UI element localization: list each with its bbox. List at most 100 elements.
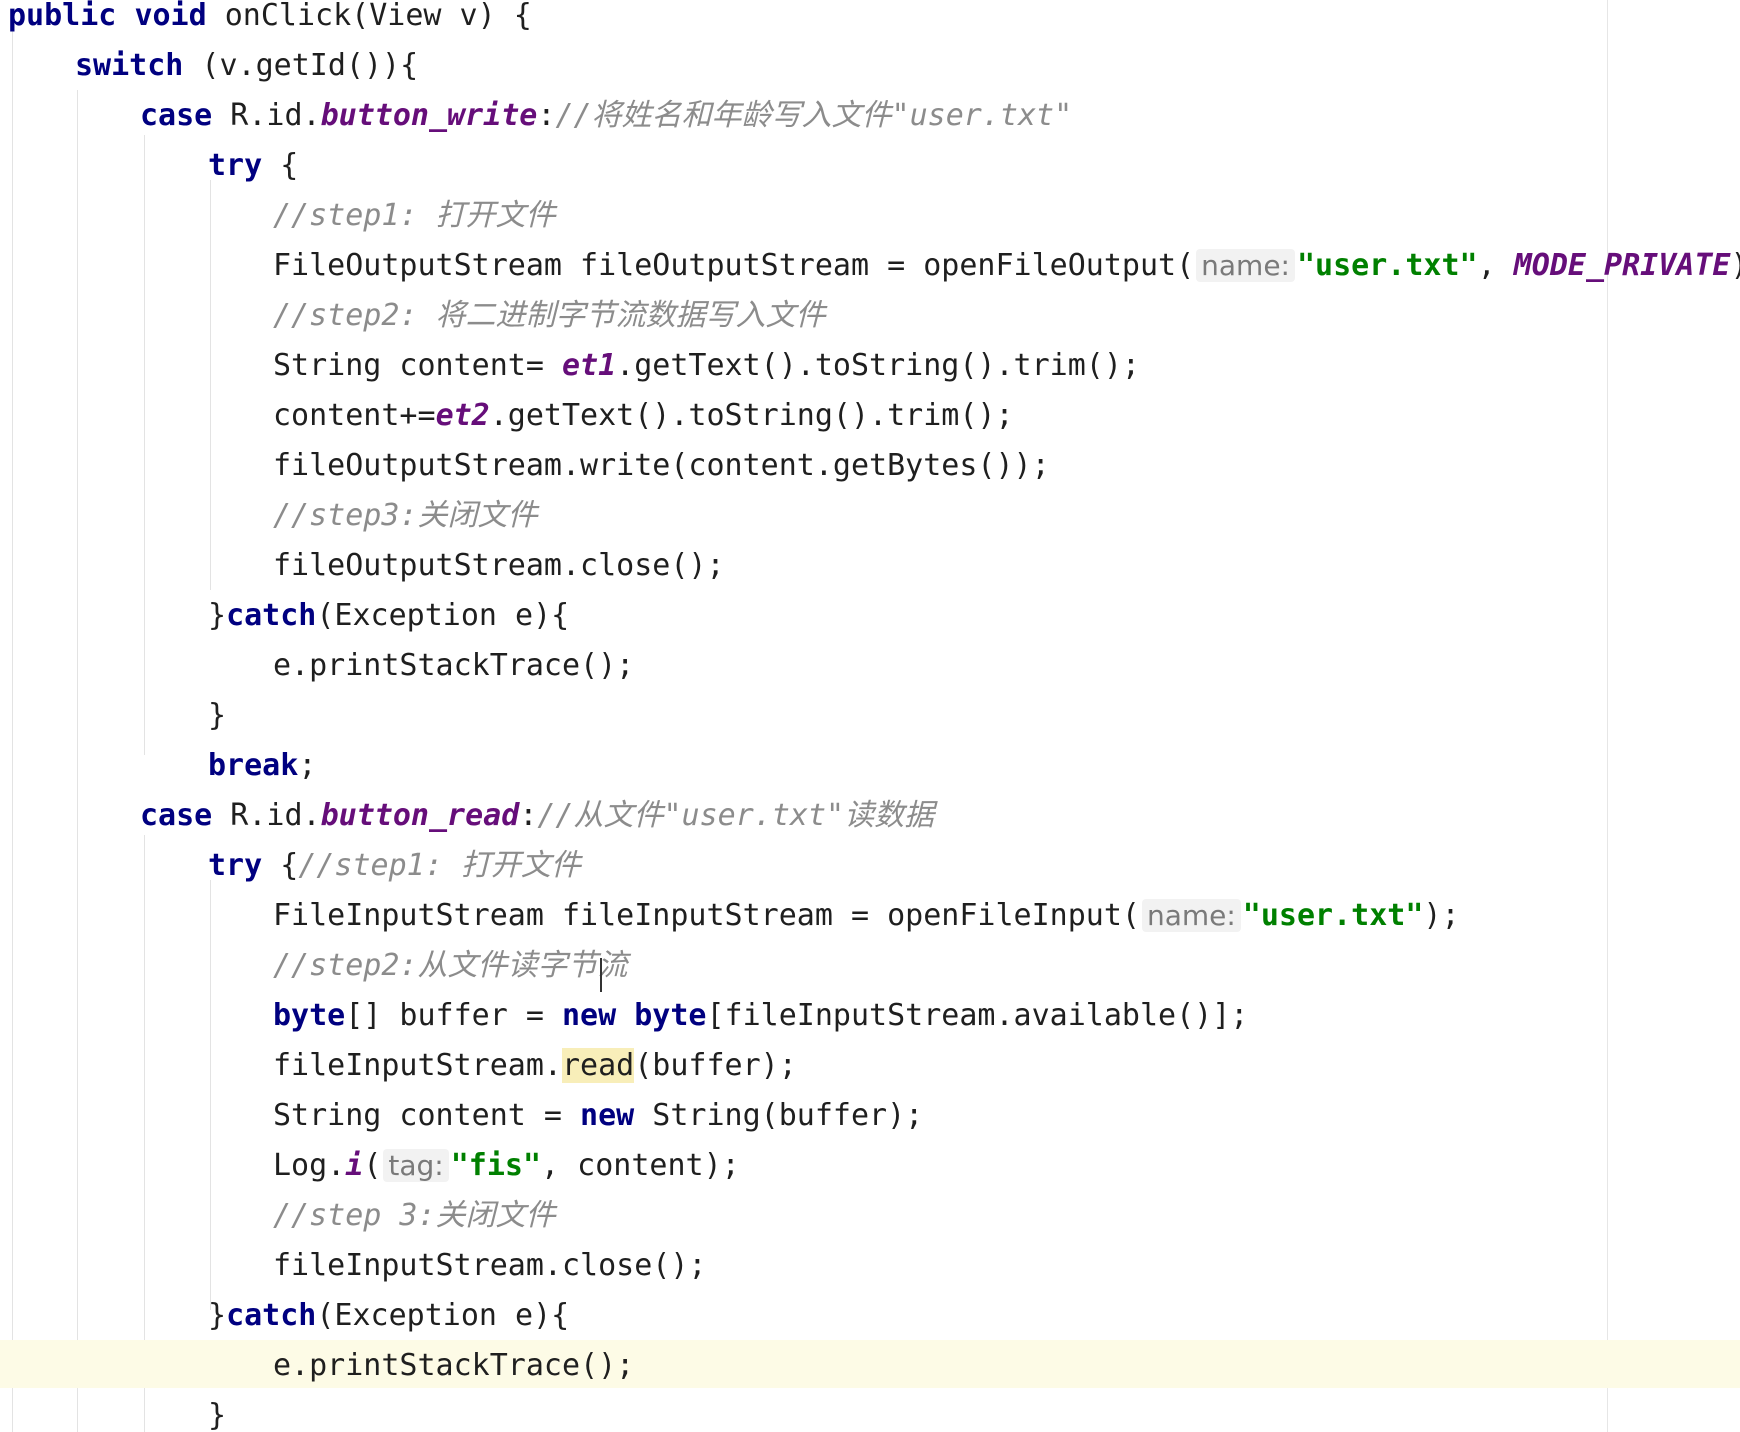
- keyword: switch: [75, 48, 184, 83]
- code-token: :: [537, 98, 556, 133]
- keyword: case: [140, 798, 213, 833]
- code-line[interactable]: }: [208, 691, 226, 741]
- keyword: try: [208, 848, 263, 883]
- code-token: fileInputStream.: [273, 1048, 562, 1083]
- code-token: fileOutputStream.close();: [273, 548, 725, 583]
- code-line[interactable]: FileOutputStream fileOutputStream = open…: [273, 241, 1740, 291]
- code-line[interactable]: fileInputStream.close();: [273, 1241, 706, 1291]
- keyword: new: [562, 998, 617, 1033]
- parameter-hint: name:: [1141, 899, 1241, 932]
- comment: //step1: 打开文件: [273, 198, 556, 233]
- keyword: try: [208, 148, 263, 183]
- right-margin-guide: [1607, 0, 1608, 1432]
- comment: //step1: 打开文件: [298, 848, 581, 883]
- code-token: String content =: [273, 1098, 581, 1133]
- field-reference: et2: [435, 398, 490, 433]
- code-token: R.id.: [212, 798, 321, 833]
- code-token: (v.getId()){: [183, 48, 419, 83]
- code-line[interactable]: String content = new String(buffer);: [273, 1091, 923, 1141]
- code-line[interactable]: //step2:从文件读字节流: [273, 941, 628, 991]
- code-token: }: [208, 1398, 227, 1432]
- code-editor[interactable]: public void onClick(View v) {switch (v.g…: [0, 0, 1740, 1432]
- code-token: {: [262, 148, 299, 183]
- code-token: .getText().toString().trim();: [616, 348, 1140, 383]
- parameter-hint: tag:: [383, 1149, 449, 1182]
- code-line[interactable]: public void onClick(View v) {: [8, 0, 532, 41]
- code-line[interactable]: e.printStackTrace();: [273, 641, 634, 691]
- code-line[interactable]: //step2: 将二进制字节流数据写入文件: [273, 291, 826, 341]
- code-token: (Exception e){: [316, 598, 570, 633]
- code-line[interactable]: content+=et2.getText().toString().trim()…: [273, 391, 1014, 441]
- code-line[interactable]: Log.i(tag: "fis", content);: [273, 1141, 740, 1191]
- code-line[interactable]: FileInputStream fileInputStream = openFi…: [273, 891, 1460, 941]
- indent-guide: [210, 880, 211, 1310]
- code-line[interactable]: fileOutputStream.write(content.getBytes(…: [273, 441, 1050, 491]
- code-line[interactable]: try {//step1: 打开文件: [208, 841, 581, 891]
- code-line[interactable]: //step3:关闭文件: [273, 491, 538, 541]
- code-line[interactable]: case R.id.button_write://将姓名和年龄写入文件"user…: [140, 91, 1072, 141]
- code-token: content+=: [273, 398, 436, 433]
- code-token: fileOutputStream.write(content.getBytes(…: [273, 448, 1050, 483]
- code-line[interactable]: //step 3:关闭文件: [273, 1191, 556, 1241]
- indent-guide: [77, 90, 78, 1432]
- keyword: byte: [273, 998, 346, 1033]
- code-line[interactable]: fileOutputStream.close();: [273, 541, 725, 591]
- field-reference: button_read: [320, 798, 520, 833]
- code-line[interactable]: //step1: 打开文件: [273, 191, 556, 241]
- code-line[interactable]: byte[] buffer = new byte[fileInputStream…: [273, 991, 1248, 1041]
- code-token: .getText().toString().trim();: [489, 398, 1014, 433]
- keyword: new: [580, 1098, 635, 1133]
- code-token: , content);: [541, 1148, 740, 1183]
- indent-guide: [144, 135, 145, 755]
- comment: //step2:从文件读字节流: [273, 948, 628, 983]
- code-line[interactable]: }: [208, 1391, 226, 1432]
- code-line[interactable]: }catch(Exception e){: [208, 591, 569, 641]
- code-line[interactable]: String content= et1.getText().toString()…: [273, 341, 1140, 391]
- code-line[interactable]: fileInputStream.read(buffer);: [273, 1041, 797, 1091]
- code-token: :: [519, 798, 538, 833]
- code-token: String(buffer);: [634, 1098, 924, 1133]
- text-cursor: [600, 958, 602, 992]
- string-literal: "user.txt": [1242, 898, 1424, 933]
- string-literal: "fis": [450, 1148, 542, 1183]
- highlighted-usage: read: [561, 1048, 635, 1083]
- code-token: ,: [1477, 248, 1514, 283]
- code-line[interactable]: case R.id.button_read://从文件"user.txt"读数据: [140, 791, 934, 841]
- keyword: break: [208, 748, 299, 783]
- code-token: {: [262, 848, 299, 883]
- code-token: (: [363, 1148, 382, 1183]
- comment: //从文件"user.txt"读数据: [537, 798, 935, 833]
- code-line[interactable]: }catch(Exception e){: [208, 1291, 569, 1341]
- code-token: e.printStackTrace();: [273, 648, 635, 683]
- code-token: );: [1423, 898, 1460, 933]
- code-token: );: [1730, 248, 1740, 283]
- keyword: public: [8, 0, 117, 33]
- code-token: [] buffer =: [345, 998, 562, 1033]
- keyword: byte: [634, 998, 707, 1033]
- indent-guide: [12, 25, 13, 1432]
- code-token: Log.: [273, 1148, 346, 1183]
- keyword: catch: [226, 598, 317, 633]
- code-line[interactable]: switch (v.getId()){: [75, 41, 418, 91]
- code-token: }: [208, 1298, 227, 1333]
- code-line[interactable]: e.printStackTrace();: [273, 1341, 634, 1391]
- string-literal: "user.txt": [1296, 248, 1478, 283]
- field-reference: button_write: [320, 98, 538, 133]
- code-token: ;: [298, 748, 317, 783]
- code-token: String content=: [273, 348, 562, 383]
- code-token: (Exception e){: [316, 1298, 570, 1333]
- code-token: FileOutputStream fileOutputStream = open…: [273, 248, 1195, 283]
- keyword: case: [140, 98, 213, 133]
- code-line[interactable]: break;: [208, 741, 316, 791]
- code-token: FileInputStream fileInputStream = openFi…: [273, 898, 1140, 933]
- parameter-hint: name:: [1196, 249, 1295, 282]
- code-token: fileInputStream.close();: [273, 1248, 707, 1283]
- code-line[interactable]: try {: [208, 141, 298, 191]
- comment: //step 3:关闭文件: [273, 1198, 556, 1233]
- code-token: R.id.: [212, 98, 321, 133]
- comment: //step2: 将二进制字节流数据写入文件: [273, 298, 826, 333]
- comment: //将姓名和年龄写入文件"user.txt": [555, 98, 1073, 133]
- code-token: onClick(View v) {: [206, 0, 532, 33]
